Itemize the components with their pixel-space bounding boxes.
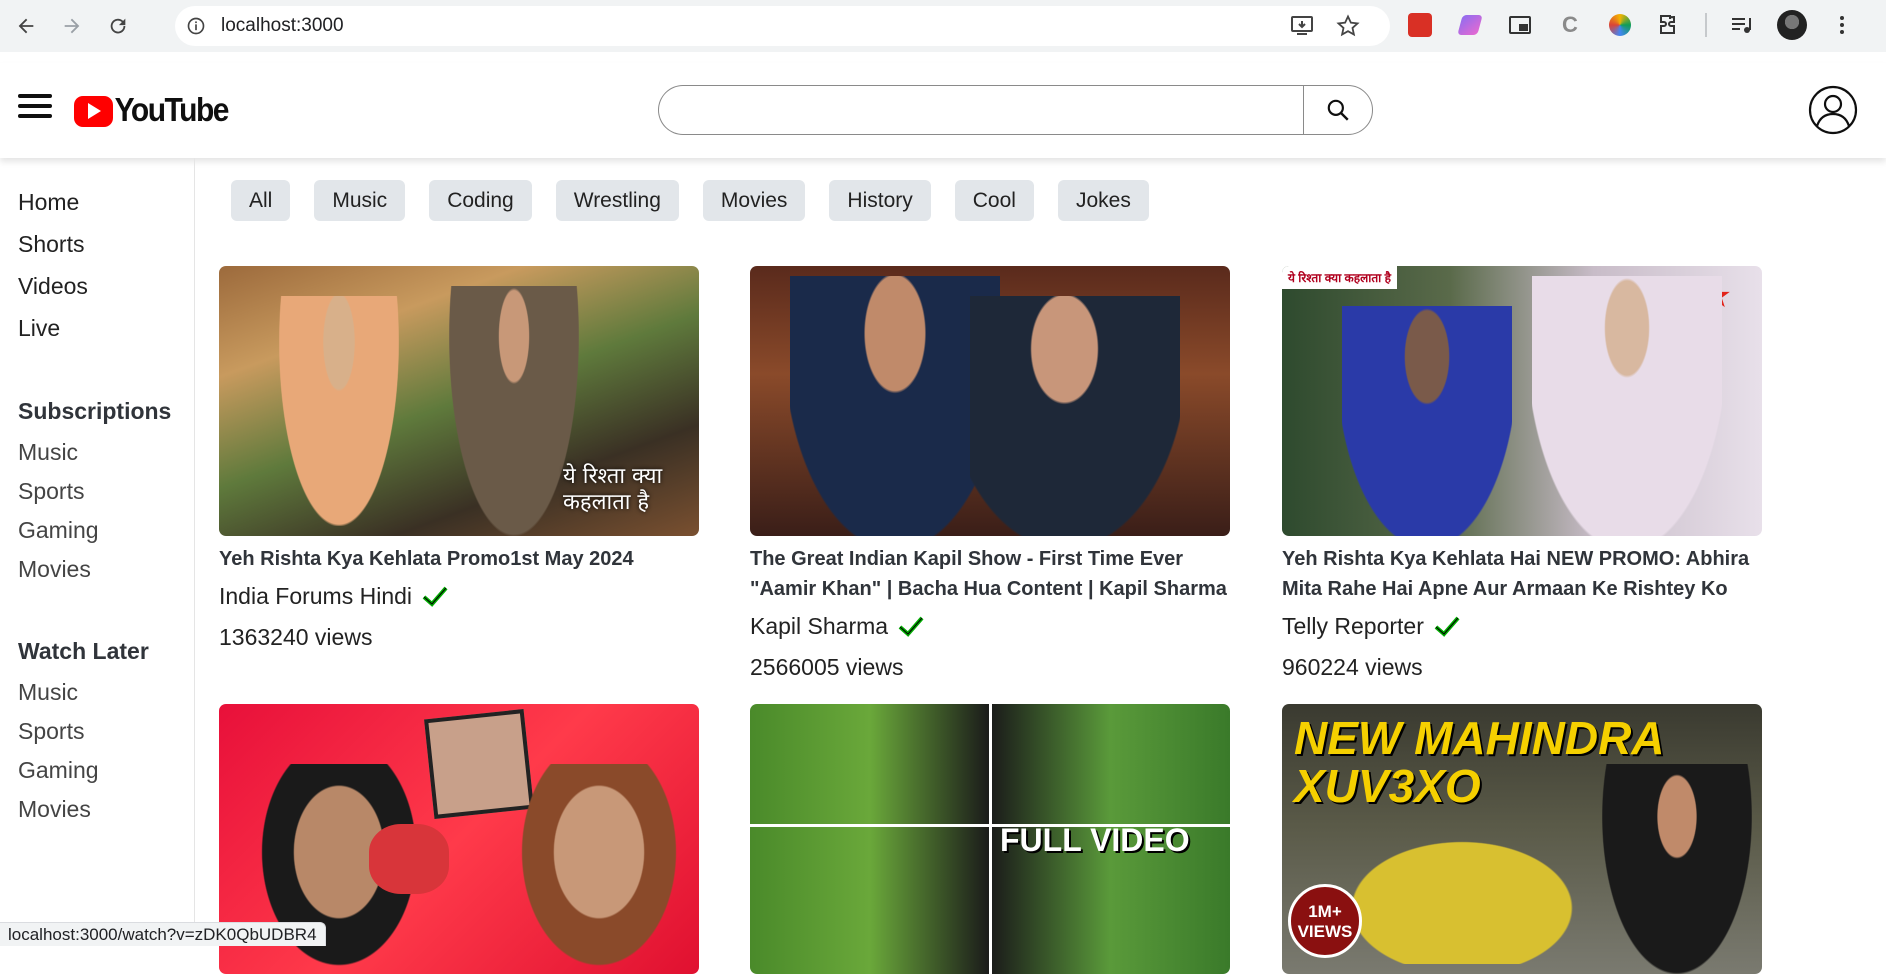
extension-color-icon[interactable] [1605, 10, 1635, 40]
view-count: 960224 views [1282, 654, 1423, 680]
channel-row[interactable]: Kapil Sharma [750, 608, 1230, 644]
address-url[interactable]: localhost:3000 [221, 15, 344, 37]
video-title[interactable]: Yeh Rishta Kya Kehlata Hai NEW PROMO: Ab… [1282, 544, 1762, 604]
video-title[interactable]: Yeh Rishta Kya Kehlata Promo1st May 2024 [219, 544, 699, 574]
bookmark-star-icon[interactable] [1336, 14, 1360, 38]
search-icon [1327, 99, 1349, 121]
video-card[interactable]: ये रिश्ता क्या कहलाता है Yeh Rishta Kya … [219, 266, 699, 656]
browser-menu-icon[interactable] [1827, 10, 1857, 40]
chip-coding[interactable]: Coding [429, 180, 532, 221]
sidebar-watch-later-movies[interactable]: Movies [18, 790, 194, 829]
video-card[interactable]: FULL VIDEO [750, 704, 1230, 974]
extension-grey-icon[interactable]: C [1555, 10, 1585, 40]
video-card[interactable]: The Great Indian Kapil Show - First Time… [750, 266, 1230, 686]
sidebar: Home Shorts Videos Live Subscriptions Mu… [0, 158, 195, 946]
search-bar [658, 85, 1373, 135]
address-bar[interactable]: localhost:3000 [175, 6, 1390, 46]
picture-in-picture-icon[interactable] [1505, 10, 1535, 40]
reload-button[interactable] [98, 6, 138, 46]
forward-button[interactable] [52, 6, 92, 46]
logo-text: YouTube [114, 91, 230, 129]
back-button[interactable] [6, 6, 46, 46]
verified-check-icon [422, 586, 448, 607]
sidebar-heading-subscriptions: Subscriptions [18, 398, 172, 424]
browser-profile-avatar[interactable] [1777, 10, 1807, 40]
browser-toolbar: localhost:3000 C [0, 0, 1886, 52]
hamburger-menu-icon[interactable] [18, 94, 52, 124]
video-thumbnail[interactable]: ये रिश्ता क्या कहलाता है ★ [1282, 266, 1762, 536]
forward-arrow-icon [64, 18, 80, 34]
verified-check-icon [898, 616, 924, 637]
sidebar-heading-watch-later: Watch Later [18, 638, 149, 664]
reload-icon [110, 18, 126, 34]
extension-purple-icon[interactable] [1455, 10, 1485, 40]
video-thumbnail[interactable]: FULL VIDEO [750, 704, 1230, 974]
extension-red-icon[interactable] [1405, 10, 1435, 40]
thumbnail-caption: ये रिश्ता क्या कहलाता है [1282, 266, 1398, 289]
channel-name[interactable]: Kapil Sharma [750, 613, 888, 640]
chip-all[interactable]: All [231, 180, 291, 221]
channel-row[interactable]: Telly Reporter [1282, 608, 1762, 644]
sidebar-watch-later-gaming[interactable]: Gaming [18, 751, 194, 790]
back-arrow-icon [18, 18, 34, 34]
status-bar-url: localhost:3000/watch?v=zDK0QbUDBR4 [0, 922, 326, 946]
thumbnail-caption: ये रिश्ता क्या कहलाता है [563, 464, 663, 515]
account-avatar-icon[interactable] [1804, 81, 1862, 139]
chip-wrestling[interactable]: Wrestling [555, 180, 679, 221]
channel-name[interactable]: Telly Reporter [1282, 613, 1424, 640]
chip-jokes[interactable]: Jokes [1057, 180, 1149, 221]
install-app-icon[interactable] [1290, 14, 1314, 38]
media-control-icon[interactable] [1727, 10, 1757, 40]
sidebar-item-live[interactable]: Live [18, 307, 194, 349]
video-thumbnail[interactable] [750, 266, 1230, 536]
sidebar-watch-later-sports[interactable]: Sports [18, 712, 194, 751]
video-thumbnail[interactable]: ये रिश्ता क्या कहलाता है [219, 266, 699, 536]
search-input[interactable] [658, 85, 1303, 135]
chip-cool[interactable]: Cool [954, 180, 1034, 221]
sidebar-watch-later-music[interactable]: Music [18, 673, 194, 712]
category-chips: All Music Coding Wrestling Movies Histor… [231, 180, 1149, 221]
site-info-icon[interactable] [183, 13, 209, 39]
chip-movies[interactable]: Movies [702, 180, 806, 221]
chip-history[interactable]: History [829, 180, 931, 221]
toolbar-separator [1705, 13, 1707, 37]
sidebar-subscription-sports[interactable]: Sports [18, 472, 194, 511]
sidebar-subscription-music[interactable]: Music [18, 433, 194, 472]
sidebar-subscription-gaming[interactable]: Gaming [18, 511, 194, 550]
video-card[interactable]: ये रिश्ता क्या कहलाता है ★ Yeh Rishta Ky… [1282, 266, 1762, 686]
views-badge: 1M+ VIEWS [1288, 884, 1362, 958]
youtube-logo[interactable]: YouTube [60, 71, 230, 151]
sidebar-subscription-movies[interactable]: Movies [18, 550, 194, 589]
extensions-puzzle-icon[interactable] [1655, 10, 1685, 40]
view-count: 1363240 views [219, 624, 373, 650]
extensions-bar: C [1405, 10, 1857, 40]
video-thumbnail[interactable]: NEW MAHINDRA XUV3XO 1M+ VIEWS [1282, 704, 1762, 974]
video-card[interactable]: NEW MAHINDRA XUV3XO 1M+ VIEWS [1282, 704, 1762, 974]
verified-check-icon [1434, 616, 1460, 637]
youtube-play-icon [74, 95, 113, 127]
sidebar-item-videos[interactable]: Videos [18, 265, 194, 307]
channel-name[interactable]: India Forums Hindi [219, 583, 412, 610]
view-count: 2566005 views [750, 654, 904, 680]
thumbnail-caption: FULL VIDEO [1000, 822, 1190, 858]
search-button[interactable] [1303, 85, 1373, 135]
sidebar-item-home[interactable]: Home [18, 181, 194, 223]
channel-row[interactable]: India Forums Hindi [219, 578, 699, 614]
chip-music[interactable]: Music [314, 180, 406, 221]
app-header: YouTube [0, 63, 1886, 158]
video-title[interactable]: The Great Indian Kapil Show - First Time… [750, 544, 1230, 604]
sidebar-item-shorts[interactable]: Shorts [18, 223, 194, 265]
